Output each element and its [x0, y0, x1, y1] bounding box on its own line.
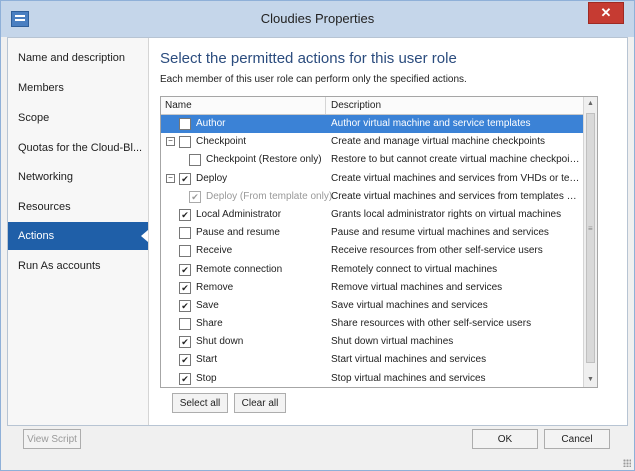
row-checkbox[interactable]: ✔ — [179, 263, 191, 276]
page-title: Select the permitted actions for this us… — [160, 50, 457, 67]
close-icon: ✕ — [600, 5, 612, 20]
scroll-thumb[interactable] — [586, 113, 595, 363]
table-row[interactable]: Author Author virtual machine and service… — [161, 115, 583, 134]
row-description: Start virtual machines and services — [331, 354, 487, 366]
table-row[interactable]: ✔ Deploy (From template only) Create virtu… — [161, 188, 583, 206]
row-checkbox[interactable] — [179, 136, 191, 149]
row-name: Stop — [196, 372, 217, 384]
row-name: Save — [196, 299, 219, 311]
table-row[interactable]: ✔ Local Administrator Grants local adminis… — [161, 206, 583, 224]
row-name: Checkpoint (Restore only) — [206, 154, 322, 166]
row-checkbox[interactable]: ✔ — [179, 208, 191, 221]
collapse-toggle-icon[interactable]: − — [166, 173, 175, 183]
row-name: Remote connection — [196, 263, 283, 275]
scroll-down-icon[interactable]: ▼ — [584, 373, 597, 387]
row-name: Shut down — [196, 336, 244, 348]
sidebar-item-resources[interactable]: Resources — [8, 193, 148, 221]
row-name: Pause and resume — [196, 227, 280, 239]
table-row[interactable]: ✔ Start Start virtual machines and service… — [161, 351, 583, 369]
row-checkbox: ✔ — [189, 190, 201, 203]
table-row[interactable]: ✔ Remove Remove virtual machines and servi… — [161, 279, 583, 297]
row-description: Create virtual machines and services fro… — [331, 172, 581, 184]
title-bar: Cloudies Properties ✕ — [1, 1, 634, 37]
table-body: Author Author virtual machine and service… — [161, 115, 583, 387]
vertical-scrollbar[interactable]: ▲ ≡ ▼ — [583, 97, 597, 387]
row-name: Receive — [196, 245, 233, 257]
dialog-body: Name and description Members Scope Quota… — [7, 37, 628, 426]
clear-all-button[interactable]: Clear all — [234, 393, 286, 413]
column-divider[interactable] — [325, 97, 326, 114]
row-description: Create and manage virtual machine checkp… — [331, 136, 546, 148]
sidebar-item-run-as-accounts[interactable]: Run As accounts — [8, 252, 148, 280]
properties-window: Cloudies Properties ✕ Name and descripti… — [0, 0, 635, 471]
select-all-button[interactable]: Select all — [172, 393, 228, 413]
scroll-up-icon[interactable]: ▲ — [584, 97, 597, 111]
table-row[interactable]: ✔ Save Save virtual machines and services — [161, 297, 583, 315]
sidebar: Name and description Members Scope Quota… — [8, 38, 149, 425]
row-description: Pause and resume virtual machines and se… — [331, 227, 549, 239]
sidebar-item-members[interactable]: Members — [8, 74, 148, 102]
row-description: Create virtual machines and services fro… — [331, 190, 581, 202]
table-row[interactable]: − Checkpoint Create and manage virtual mac… — [161, 133, 583, 151]
row-description: Remove virtual machines and services — [331, 281, 503, 293]
row-description: Receive resources from other self-servic… — [331, 245, 543, 257]
table-row[interactable]: Pause and resume Pause and resume virtual… — [161, 224, 583, 242]
sidebar-item-actions[interactable]: Actions — [8, 222, 148, 250]
page-description: Each member of this user role can perfor… — [160, 74, 467, 85]
table-row[interactable]: ✔ Shut down Shut down virtual machines — [161, 333, 583, 351]
row-description: Grants local administrator rights on vir… — [331, 208, 562, 220]
row-description: Remotely connect to virtual machines — [331, 263, 498, 275]
row-name: Share — [196, 318, 223, 330]
sidebar-item-quotas[interactable]: Quotas for the Cloud-Bl... — [8, 134, 148, 162]
table-header: Name Description — [161, 97, 583, 115]
actions-table: Name Description Author Author virtual ma… — [160, 96, 598, 388]
row-name: Author — [196, 118, 226, 129]
row-description: Share resources with other self-service … — [331, 318, 532, 330]
table-row[interactable]: Receive Receive resources from other self… — [161, 242, 583, 260]
ok-button[interactable]: OK — [472, 429, 538, 449]
table-row[interactable]: Share Share resources with other self-ser… — [161, 315, 583, 333]
row-description: Shut down virtual machines — [331, 336, 454, 348]
close-button[interactable]: ✕ — [588, 2, 624, 24]
row-checkbox[interactable] — [179, 318, 191, 331]
sidebar-item-name-and-description[interactable]: Name and description — [8, 44, 148, 72]
row-checkbox[interactable]: ✔ — [179, 172, 191, 185]
main-panel: Select the permitted actions for this us… — [158, 38, 627, 425]
row-checkbox[interactable]: ✔ — [179, 299, 191, 312]
sidebar-item-networking[interactable]: Networking — [8, 163, 148, 191]
row-checkbox[interactable]: ✔ — [179, 354, 191, 367]
row-name: Checkpoint — [196, 136, 247, 148]
row-name: Remove — [196, 281, 234, 293]
column-header-description[interactable]: Description — [331, 100, 381, 111]
row-checkbox[interactable]: ✔ — [179, 281, 191, 294]
row-description: Stop virtual machines and services — [331, 372, 486, 384]
view-script-button[interactable]: View Script — [23, 429, 81, 449]
row-name: Local Administrator — [196, 208, 282, 220]
scroll-grip-icon: ≡ — [588, 224, 593, 233]
sidebar-item-scope[interactable]: Scope — [8, 104, 148, 132]
resize-grip-icon[interactable] — [623, 459, 631, 467]
row-checkbox[interactable]: ✔ — [179, 372, 191, 385]
cancel-button[interactable]: Cancel — [544, 429, 610, 449]
table-row[interactable]: − ✔ Deploy Create virtual machines and serv… — [161, 170, 583, 188]
row-checkbox[interactable] — [179, 118, 191, 130]
row-description: Author virtual machine and service templ… — [331, 118, 531, 129]
row-checkbox[interactable] — [179, 245, 191, 258]
table-row[interactable]: ✔ Stop Stop virtual machines and services — [161, 370, 583, 387]
row-checkbox[interactable]: ✔ — [179, 336, 191, 349]
collapse-toggle-icon[interactable]: − — [166, 137, 175, 147]
row-checkbox[interactable] — [179, 227, 191, 240]
row-name: Deploy (From template only) — [206, 190, 333, 202]
row-name: Start — [196, 354, 218, 366]
row-checkbox[interactable] — [189, 154, 201, 167]
row-name: Deploy — [196, 172, 228, 184]
column-header-name[interactable]: Name — [165, 100, 192, 111]
table-row[interactable]: Checkpoint (Restore only) Restore to but … — [161, 151, 583, 169]
row-description: Restore to but cannot create virtual mac… — [331, 154, 581, 166]
row-description: Save virtual machines and services — [331, 299, 488, 311]
window-title: Cloudies Properties — [260, 11, 375, 26]
table-row[interactable]: ✔ Remote connection Remotely connect to vi… — [161, 261, 583, 279]
